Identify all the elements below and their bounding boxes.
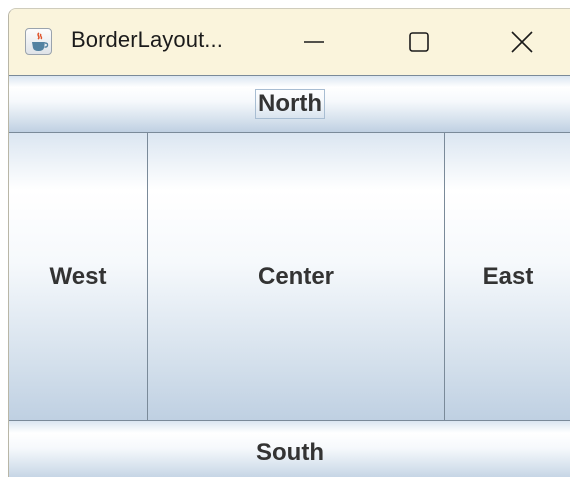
content-pane: North West Center East South xyxy=(9,75,570,477)
close-button[interactable] xyxy=(487,9,557,75)
minimize-icon xyxy=(304,41,324,43)
minimize-button[interactable] xyxy=(279,9,349,75)
maximize-icon xyxy=(409,32,429,52)
west-button-label: West xyxy=(49,262,107,290)
title-bar[interactable]: BorderLayout... xyxy=(9,9,570,75)
maximize-button[interactable] xyxy=(384,9,454,75)
west-button[interactable]: West xyxy=(9,132,148,421)
center-button[interactable]: Center xyxy=(147,132,445,421)
north-button[interactable]: North xyxy=(9,75,570,133)
south-button[interactable]: South xyxy=(9,420,570,477)
window-title: BorderLayout... xyxy=(71,27,223,52)
north-button-label: North xyxy=(255,89,325,119)
center-button-label: Center xyxy=(257,262,335,290)
java-cup-icon[interactable] xyxy=(25,28,52,55)
close-icon xyxy=(511,31,533,53)
south-button-label: South xyxy=(256,439,324,466)
east-button-label: East xyxy=(482,262,534,290)
app-window: BorderLayout... North West Center East S… xyxy=(8,8,570,477)
east-button[interactable]: East xyxy=(444,132,570,421)
